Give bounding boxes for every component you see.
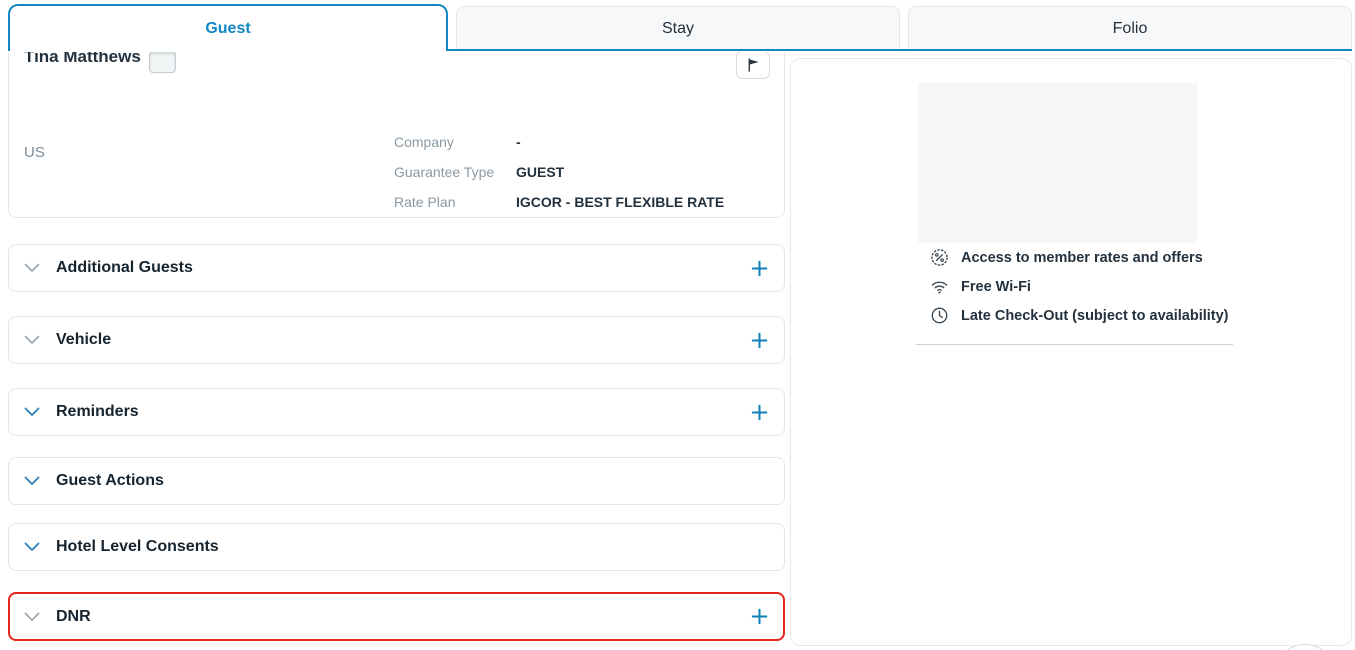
plus-icon <box>750 607 769 626</box>
add-reminder-button[interactable] <box>749 402 769 422</box>
clock-icon <box>930 306 949 325</box>
section-guest-actions[interactable]: Guest Actions <box>8 457 785 505</box>
section-title: Guest Actions <box>56 472 164 490</box>
chevron-down-icon[interactable] <box>24 407 40 417</box>
guest-name: Tina Matthews <box>24 52 141 67</box>
detail-label: Company <box>394 134 516 150</box>
panel-divider <box>916 344 1233 345</box>
guest-stay-folio-screen: Guest Stay Folio Tina Matthews US Compan… <box>0 0 1355 650</box>
add-additional-guest-button[interactable] <box>749 258 769 278</box>
perk-text: Late Check-Out (subject to availability) <box>961 308 1229 324</box>
plus-icon <box>750 403 769 422</box>
section-title: Additional Guests <box>56 259 193 277</box>
flag-button[interactable] <box>736 52 770 79</box>
chevron-down-icon[interactable] <box>24 542 40 552</box>
chevron-down-icon[interactable] <box>24 335 40 345</box>
section-reminders[interactable]: Reminders <box>8 388 785 436</box>
detail-value: GUEST <box>516 164 564 180</box>
flag-icon <box>746 57 761 73</box>
membership-panel: Access to member rates and offers Free W… <box>790 58 1352 646</box>
guest-details: Company - Guarantee Type GUEST Rate Plan… <box>394 127 724 217</box>
chevron-down-icon[interactable] <box>24 612 40 622</box>
tab-bar-underline <box>448 49 1352 51</box>
membership-perks-list: Access to member rates and offers Free W… <box>930 243 1229 330</box>
detail-label: Rate Plan <box>394 194 516 210</box>
perk-text: Access to member rates and offers <box>961 250 1203 266</box>
add-vehicle-button[interactable] <box>749 330 769 350</box>
tab-folio[interactable]: Folio <box>908 6 1352 50</box>
section-vehicle[interactable]: Vehicle <box>8 316 785 364</box>
tab-stay-label: Stay <box>662 20 694 38</box>
section-title: Reminders <box>56 403 139 421</box>
plus-icon <box>750 331 769 350</box>
guest-summary-card: Tina Matthews US Company - Guarantee Typ… <box>8 52 785 218</box>
detail-value: IGCOR - BEST FLEXIBLE RATE <box>516 194 724 210</box>
list-item: Late Check-Out (subject to availability) <box>930 301 1229 330</box>
detail-value: - <box>516 134 521 150</box>
section-hotel-level-consents[interactable]: Hotel Level Consents <box>8 523 785 571</box>
chevron-down-icon[interactable] <box>24 263 40 273</box>
membership-image-placeholder <box>918 83 1198 243</box>
wifi-icon <box>930 277 949 296</box>
list-item: Access to member rates and offers <box>930 243 1229 272</box>
section-dnr-highlighted[interactable]: DNR <box>8 592 785 641</box>
detail-label: Guarantee Type <box>394 164 516 180</box>
plus-icon <box>750 259 769 278</box>
chevron-down-icon[interactable] <box>24 476 40 486</box>
tab-stay[interactable]: Stay <box>456 6 900 50</box>
detail-row-guarantee-type: Guarantee Type GUEST <box>394 157 724 187</box>
guest-summary-clip: Tina Matthews US Company - Guarantee Typ… <box>8 52 785 218</box>
list-item: Free Wi-Fi <box>930 272 1229 301</box>
section-title: DNR <box>56 608 91 626</box>
discount-badge-icon <box>930 248 949 267</box>
tab-guest[interactable]: Guest <box>8 4 448 51</box>
section-title: Hotel Level Consents <box>56 538 219 556</box>
tab-guest-label: Guest <box>205 20 250 38</box>
detail-row-company: Company - <box>394 127 724 157</box>
loyalty-badge-icon <box>149 52 176 73</box>
guest-country: US <box>24 144 45 161</box>
section-additional-guests[interactable]: Additional Guests <box>8 244 785 292</box>
tab-folio-label: Folio <box>1113 20 1148 38</box>
perk-text: Free Wi-Fi <box>961 279 1031 295</box>
detail-row-rate-plan: Rate Plan IGCOR - BEST FLEXIBLE RATE <box>394 187 724 217</box>
add-dnr-button[interactable] <box>749 607 769 627</box>
section-title: Vehicle <box>56 331 111 349</box>
